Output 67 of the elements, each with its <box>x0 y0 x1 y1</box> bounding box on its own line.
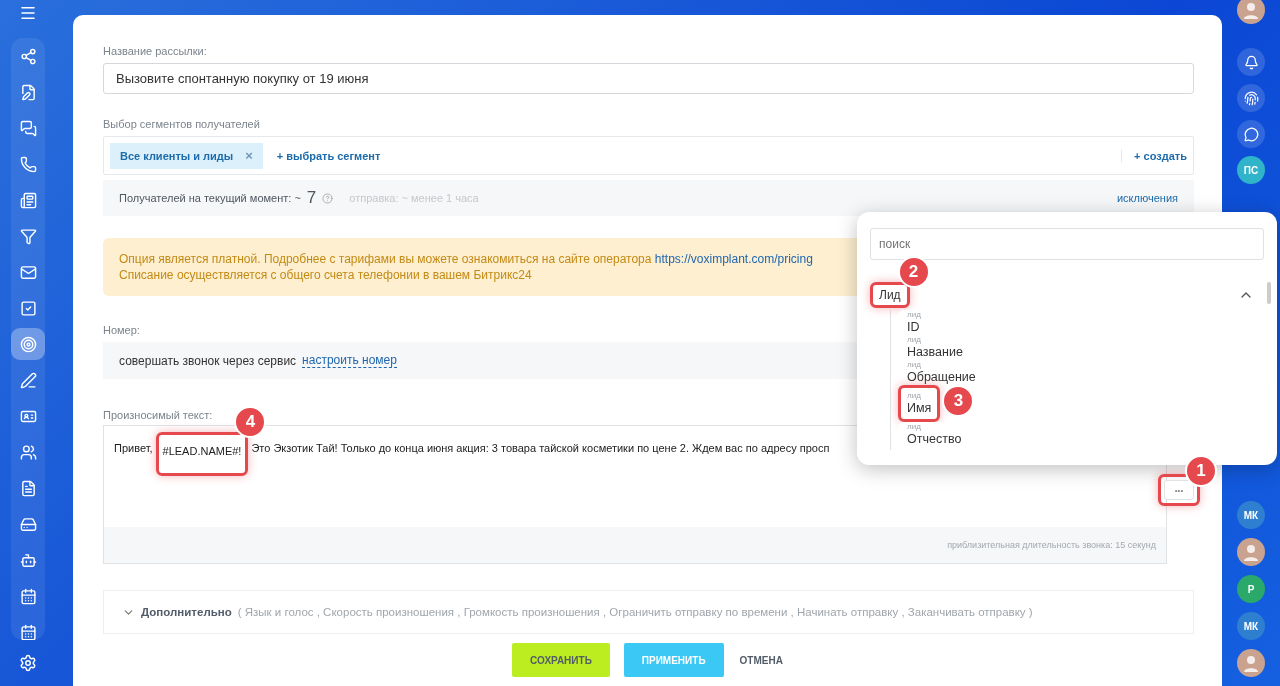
document-icon <box>19 479 37 497</box>
create-link[interactable]: + создать <box>1121 149 1187 162</box>
user-icon <box>1241 653 1261 673</box>
search-field[interactable]: поиск <box>870 228 1264 260</box>
fingerprint-icon <box>1243 90 1259 106</box>
menu-icon[interactable] <box>19 4 37 22</box>
field-label: Произносимый текст: <box>103 409 213 422</box>
field-label: Выбор сегментов получателей <box>103 118 260 131</box>
speech-text: Привет, <box>114 441 153 457</box>
highlighted-text: #LEAD.NAME#! <box>155 432 249 477</box>
avatar[interactable] <box>1237 649 1265 677</box>
number-text: совершать звонок через сервис <box>119 353 297 368</box>
advanced-options: ( Язык и голос , Скорость произношения , Громкость произношения , Ограничить отправку по времени , Начинать отправку , Заканчивать отправку ) <box>237 606 1033 619</box>
target-icon <box>19 335 37 353</box>
callout-number: 3 <box>942 385 975 417</box>
drive-icon <box>19 515 37 533</box>
users-icon <box>19 443 37 461</box>
user-initials[interactable]: МК <box>1237 612 1265 640</box>
save-button[interactable]: СОХРАНИТЬ <box>512 643 610 678</box>
calendar-icon <box>19 623 37 640</box>
fingerprint-button[interactable] <box>1237 84 1265 112</box>
scrollbar[interactable] <box>1267 282 1271 304</box>
share-icon <box>19 47 37 65</box>
callout-number: 4 <box>234 406 267 439</box>
recipients-count: 7 <box>306 188 317 209</box>
user-icon <box>1241 542 1261 562</box>
notice-text: Списание осуществляется с общего счета телефонии в вашем Битрикс24 <box>119 267 532 284</box>
group-title[interactable]: Лид <box>870 282 910 308</box>
calendar-icon <box>19 587 37 605</box>
pen-icon <box>19 371 37 389</box>
settings-icon[interactable] <box>19 654 37 672</box>
select-segment-link[interactable]: + выбрать сегмент <box>276 149 381 162</box>
advanced-title: Дополнительно <box>141 606 232 619</box>
sidebar-item[interactable] <box>11 328 45 360</box>
mail-icon <box>19 263 37 281</box>
checkbox-icon <box>19 299 37 317</box>
document-edit-icon <box>19 83 37 101</box>
callout-number: 2 <box>897 256 930 288</box>
advanced-section[interactable]: Дополнительно ( Язык и голос , Скорость произношения , Громкость произношения , Ограничить отправку по времени , Начинать отправку , Заканчивать отправку ) <box>103 590 1194 634</box>
chat-icon <box>1243 126 1259 142</box>
notifications-button[interactable] <box>1237 48 1265 76</box>
exclusions-link[interactable]: исключения <box>1116 192 1178 205</box>
cancel-button[interactable]: ОТМЕНА <box>737 643 785 678</box>
user-icon <box>1241 0 1261 20</box>
call-duration: приблизительная длительность звонка: 15 секунд <box>947 540 1156 551</box>
chat-bubbles-icon <box>19 119 37 137</box>
pricing-link[interactable]: https://voximplant.com/pricing <box>654 252 813 267</box>
name-field[interactable]: Вызовите спонтанную покупку от 19 июня <box>103 63 1194 95</box>
avatar[interactable] <box>1237 0 1265 24</box>
field-option[interactable]: лид Имя <box>898 385 941 422</box>
funnel-icon <box>19 227 37 245</box>
more-button[interactable]: ••• <box>1164 480 1194 500</box>
setup-number-link[interactable]: настроить номер <box>302 353 397 369</box>
chat-button[interactable] <box>1237 120 1265 148</box>
phone-icon <box>19 155 37 173</box>
field-label: Название рассылки: <box>103 45 207 57</box>
speech-text: Это Экзотик Тай! Только до конца июня акция: 3 товара тайской косметики по цене 2. Ждем вас по адресу просп <box>251 441 830 457</box>
recipients-label: Получателей на текущий момент: ~ <box>119 192 301 205</box>
news-icon <box>19 191 37 209</box>
user-initials[interactable]: МК <box>1237 501 1265 529</box>
segment-tag[interactable]: Все клиенты и лиды × <box>110 142 263 169</box>
avatar[interactable] <box>1237 538 1265 566</box>
field-label: Номер: <box>103 324 140 337</box>
notice-text: Опция является платной. Подробнее с тарифами вы можете ознакомиться на сайте оператора https://voximplant.com/pricing <box>119 251 813 268</box>
bell-icon <box>1243 54 1259 70</box>
user-initials[interactable]: Р <box>1237 575 1265 603</box>
robot-icon <box>19 551 37 569</box>
